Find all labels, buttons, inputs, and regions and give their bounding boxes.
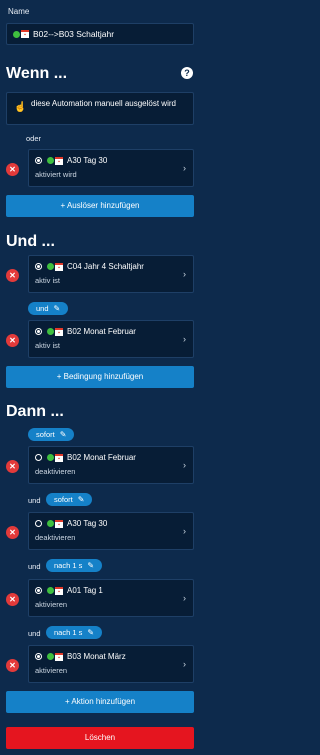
chevron-right-icon: › xyxy=(183,460,186,470)
green-dot-icon xyxy=(47,520,54,527)
calendar-icon: ▪ xyxy=(21,30,29,38)
action-subtitle: aktivieren xyxy=(35,600,68,609)
name-value: B02-->B03 Schaltjahr xyxy=(33,29,115,39)
and-label: und xyxy=(28,562,41,571)
chevron-right-icon: › xyxy=(183,659,186,669)
delay-label: sofort xyxy=(36,430,55,439)
remove-action-button[interactable]: ✕ xyxy=(6,526,19,539)
remove-condition-button[interactable]: ✕ xyxy=(6,334,19,347)
action-card[interactable]: ▪ B03 Monat März aktivieren › xyxy=(28,645,194,683)
or-label: oder xyxy=(26,134,42,143)
condition-joiner-pill[interactable]: und ✎ xyxy=(28,302,69,315)
green-dot-icon xyxy=(47,328,54,335)
delay-pill[interactable]: nach 1 s ✎ xyxy=(46,626,103,639)
remove-action-button[interactable]: ✕ xyxy=(6,659,19,672)
action-title: A30 Tag 30 xyxy=(67,519,108,528)
pencil-icon: ✎ xyxy=(87,561,95,570)
delay-pill[interactable]: nach 1 s ✎ xyxy=(46,559,103,572)
green-dot-icon xyxy=(13,30,20,38)
trigger-title: A30 Tag 30 xyxy=(67,156,108,165)
remove-condition-button[interactable]: ✕ xyxy=(6,269,19,282)
calendar-icon: ▪ xyxy=(55,156,63,165)
add-action-button[interactable]: + Aktion hinzufügen xyxy=(6,691,194,713)
help-icon[interactable]: ? xyxy=(181,67,193,79)
calendar-icon: ▪ xyxy=(55,519,63,528)
green-dot-icon xyxy=(47,157,54,164)
remove-trigger-button[interactable]: ✕ xyxy=(6,163,19,176)
calendar-icon: ▪ xyxy=(55,327,63,336)
manual-trigger-card[interactable]: ☝ diese Automation manuell ausgelöst wir… xyxy=(6,92,194,125)
trigger-subtitle: aktiviert wird xyxy=(35,170,77,179)
pencil-icon: ✎ xyxy=(59,430,67,439)
action-title: B03 Monat März xyxy=(67,652,126,661)
calendar-icon: ▪ xyxy=(55,453,63,462)
pencil-icon: ✎ xyxy=(87,628,95,637)
calendar-icon: ▪ xyxy=(55,652,63,661)
chevron-right-icon: › xyxy=(183,334,186,344)
hand-pointer-icon: ☝ xyxy=(14,102,27,113)
and-label: und xyxy=(28,629,41,638)
section-title-wenn: Wenn ... xyxy=(6,65,68,82)
condition-subtitle: aktiv ist xyxy=(35,276,61,285)
radio-icon xyxy=(35,454,42,461)
radio-icon xyxy=(35,328,42,335)
radio-icon xyxy=(35,157,42,164)
delay-pill[interactable]: sofort ✎ xyxy=(46,493,93,506)
action-title: B02 Monat Februar xyxy=(67,453,136,462)
radio-icon xyxy=(35,587,42,594)
action-subtitle: deaktivieren xyxy=(35,467,76,476)
action-card[interactable]: ▪ A30 Tag 30 deaktivieren › xyxy=(28,512,194,550)
add-condition-button[interactable]: + Bedingung hinzufügen xyxy=(6,366,194,388)
remove-action-button[interactable]: ✕ xyxy=(6,593,19,606)
action-subtitle: deaktivieren xyxy=(35,533,76,542)
action-title: A01 Tag 1 xyxy=(67,586,103,595)
delay-label: nach 1 s xyxy=(54,561,83,570)
pencil-icon: ✎ xyxy=(53,304,61,313)
condition-title: B02 Monat Februar xyxy=(67,327,136,336)
name-field[interactable]: ▪ B02-->B03 Schaltjahr xyxy=(6,23,194,45)
section-title-und: Und ... xyxy=(6,233,55,250)
action-card[interactable]: ▪ A01 Tag 1 aktivieren › xyxy=(28,579,194,617)
joiner-label: und xyxy=(36,304,49,313)
chevron-right-icon: › xyxy=(183,269,186,279)
radio-icon xyxy=(35,653,42,660)
calendar-icon: ▪ xyxy=(55,586,63,595)
green-dot-icon xyxy=(47,454,54,461)
delay-label: sofort xyxy=(54,495,73,504)
add-trigger-button[interactable]: + Auslöser hinzufügen xyxy=(6,195,194,217)
condition-subtitle: aktiv ist xyxy=(35,341,61,350)
chevron-right-icon: › xyxy=(183,526,186,536)
calendar-icon: ▪ xyxy=(55,262,63,271)
green-dot-icon xyxy=(47,653,54,660)
section-title-dann: Dann ... xyxy=(6,403,64,420)
condition-title: C04 Jahr 4 Schaltjahr xyxy=(67,262,144,271)
name-label: Name xyxy=(8,7,30,16)
pencil-icon: ✎ xyxy=(77,495,85,504)
condition-card[interactable]: ▪ B02 Monat Februar aktiv ist › xyxy=(28,320,194,358)
delay-pill[interactable]: sofort ✎ xyxy=(28,428,75,441)
green-dot-icon xyxy=(47,263,54,270)
chevron-right-icon: › xyxy=(183,163,186,173)
chevron-right-icon: › xyxy=(183,593,186,603)
remove-action-button[interactable]: ✕ xyxy=(6,460,19,473)
manual-trigger-text: diese Automation manuell ausgelöst wird xyxy=(31,99,176,108)
action-subtitle: aktivieren xyxy=(35,666,68,675)
radio-icon xyxy=(35,263,42,270)
action-card[interactable]: ▪ B02 Monat Februar deaktivieren › xyxy=(28,446,194,484)
green-dot-icon xyxy=(47,587,54,594)
delete-button[interactable]: Löschen xyxy=(6,727,194,749)
delay-label: nach 1 s xyxy=(54,628,83,637)
and-label: und xyxy=(28,496,41,505)
trigger-card[interactable]: ▪ A30 Tag 30 aktiviert wird › xyxy=(28,149,194,187)
condition-card[interactable]: ▪ C04 Jahr 4 Schaltjahr aktiv ist › xyxy=(28,255,194,293)
radio-icon xyxy=(35,520,42,527)
